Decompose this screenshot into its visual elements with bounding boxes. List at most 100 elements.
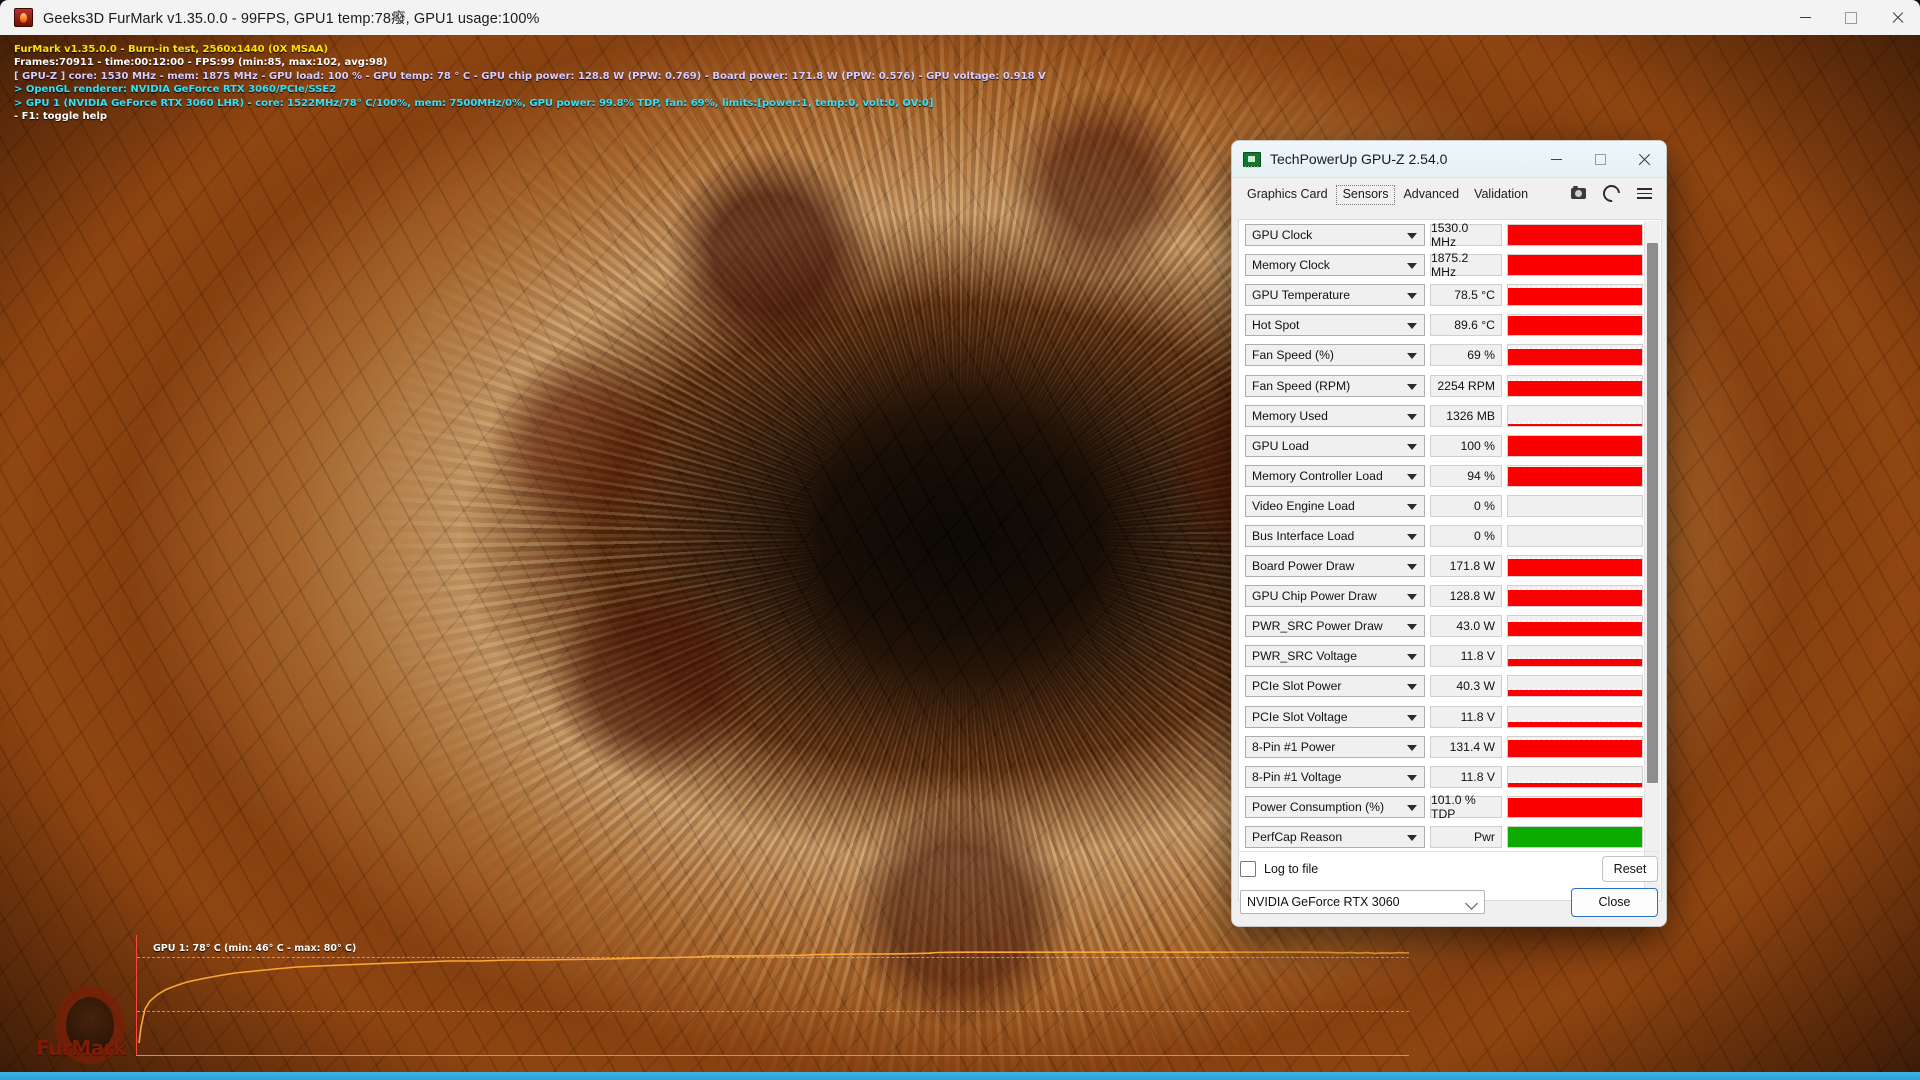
close-button[interactable]: Close: [1571, 887, 1658, 917]
chevron-down-icon[interactable]: [1407, 473, 1417, 480]
sensor-value: 101.0 % TDP: [1430, 793, 1502, 821]
sensor-name-select[interactable]: GPU Clock: [1245, 224, 1425, 247]
chevron-down-icon[interactable]: [1407, 443, 1417, 450]
chevron-down-icon[interactable]: [1407, 293, 1417, 300]
chevron-down-icon[interactable]: [1407, 744, 1417, 751]
sensor-bar-graph: [1507, 434, 1643, 457]
gpuz-window-controls: [1534, 141, 1666, 177]
sensor-name-label: Fan Speed (%): [1252, 348, 1334, 363]
sensor-bar-fill: [1508, 435, 1642, 456]
sensor-name-label: Bus Interface Load: [1252, 528, 1355, 543]
sensor-name-select[interactable]: GPU Chip Power Draw: [1245, 585, 1425, 608]
sensor-value: 40.3 W: [1430, 675, 1502, 698]
sensor-bar-graph: [1507, 825, 1643, 848]
gpuz-maximize-icon[interactable]: [1578, 141, 1622, 177]
sensor-name-select[interactable]: Fan Speed (RPM): [1245, 374, 1425, 397]
chevron-down-icon[interactable]: [1407, 533, 1417, 540]
close-icon[interactable]: [1874, 0, 1920, 35]
chevron-down-icon[interactable]: [1407, 413, 1417, 420]
sensor-name-select[interactable]: GPU Load: [1245, 434, 1425, 457]
chevron-down-icon[interactable]: [1407, 503, 1417, 510]
sensor-bar-noise: [1508, 465, 1642, 467]
sensor-name-select[interactable]: PCIe Slot Power: [1245, 675, 1425, 698]
chevron-down-icon[interactable]: [1407, 353, 1417, 360]
sensor-name-select[interactable]: Board Power Draw: [1245, 555, 1425, 578]
sensor-name-select[interactable]: PerfCap Reason: [1245, 825, 1425, 848]
sensor-row: Memory Clock 1875.2 MHz: [1239, 250, 1643, 280]
sensor-bar-graph: [1507, 585, 1643, 608]
sensor-row: PWR_SRC Power Draw 43.0 W: [1239, 611, 1643, 641]
sensor-name-select[interactable]: Power Consumption (%): [1245, 795, 1425, 818]
minimize-icon[interactable]: [1782, 0, 1828, 35]
hamburger-menu-icon[interactable]: [1637, 188, 1652, 199]
sensor-name-select[interactable]: PWR_SRC Voltage: [1245, 645, 1425, 668]
sensor-name-select[interactable]: Video Engine Load: [1245, 494, 1425, 517]
chevron-down-icon[interactable]: [1407, 714, 1417, 721]
sensor-name-select[interactable]: PCIe Slot Voltage: [1245, 705, 1425, 728]
maximize-icon[interactable]: [1828, 0, 1874, 35]
sensor-value: 89.6 °C: [1430, 314, 1502, 337]
gpuz-footer: Log to file Reset NVIDIA GeForce RTX 306…: [1238, 851, 1660, 918]
chevron-down-icon[interactable]: [1407, 323, 1417, 330]
sensor-row: Board Power Draw 171.8 W: [1239, 551, 1643, 581]
tab-advanced[interactable]: Advanced: [1396, 185, 1466, 205]
sensor-name-label: PWR_SRC Voltage: [1252, 649, 1357, 664]
sensor-bar-graph: [1507, 224, 1643, 247]
log-to-file-checkbox[interactable]: [1240, 861, 1256, 877]
sensor-name-select[interactable]: Memory Used: [1245, 404, 1425, 427]
sensor-name-select[interactable]: Memory Clock: [1245, 254, 1425, 277]
sensor-name-select[interactable]: PWR_SRC Power Draw: [1245, 615, 1425, 638]
chevron-down-icon[interactable]: [1407, 654, 1417, 661]
sensor-bar-noise: [1508, 285, 1642, 288]
chevron-down-icon[interactable]: [1407, 804, 1417, 811]
overlay-line-gpu1: > GPU 1 (NVIDIA GeForce RTX 3060 LHR) - …: [14, 97, 934, 109]
sensor-row: Power Consumption (%) 101.0 % TDP: [1239, 792, 1643, 822]
sensor-bar-graph: [1507, 374, 1643, 397]
tab-sensors[interactable]: Sensors: [1335, 185, 1396, 205]
sensor-name-select[interactable]: Fan Speed (%): [1245, 344, 1425, 367]
sensor-bar-noise: [1508, 619, 1642, 622]
gpuz-close-icon[interactable]: [1622, 141, 1666, 177]
chevron-down-icon[interactable]: [1407, 263, 1417, 270]
tab-graphics-card[interactable]: Graphics Card: [1240, 185, 1335, 205]
sensor-value: 43.0 W: [1430, 615, 1502, 638]
tab-validation[interactable]: Validation: [1467, 185, 1535, 205]
sensor-bar-noise: [1508, 421, 1642, 424]
chevron-down-icon[interactable]: [1407, 564, 1417, 571]
furmark-stats-overlay: FurMark v1.35.0.0 - Burn-in test, 2560x1…: [14, 43, 1046, 123]
sensor-value: 100 %: [1430, 434, 1502, 457]
chevron-down-icon[interactable]: [1407, 383, 1417, 390]
sensor-name-label: Video Engine Load: [1252, 498, 1355, 513]
sensor-scrollbar-thumb[interactable]: [1647, 243, 1658, 783]
chevron-down-icon[interactable]: [1407, 834, 1417, 841]
sensor-name-select[interactable]: Bus Interface Load: [1245, 524, 1425, 547]
log-to-file-group[interactable]: Log to file: [1240, 861, 1318, 877]
sensor-name-select[interactable]: Hot Spot: [1245, 314, 1425, 337]
chevron-down-icon[interactable]: [1407, 624, 1417, 631]
chevron-down-icon[interactable]: [1407, 774, 1417, 781]
camera-icon[interactable]: [1571, 186, 1586, 199]
chevron-down-icon[interactable]: [1407, 594, 1417, 601]
sensor-bar-graph: [1507, 705, 1643, 728]
sensor-value: 1326 MB: [1430, 404, 1502, 427]
sensor-bar-graph: [1507, 795, 1643, 818]
refresh-icon[interactable]: [1599, 181, 1624, 206]
furmark-window-title: Geeks3D FurMark v1.35.0.0 - 99FPS, GPU1 …: [43, 11, 540, 27]
sensor-name-select[interactable]: Memory Controller Load: [1245, 464, 1425, 487]
sensor-scrollbar[interactable]: [1644, 221, 1660, 899]
sensor-bar-graph: [1507, 645, 1643, 668]
sensor-row: Fan Speed (RPM) 2254 RPM: [1239, 370, 1643, 400]
chevron-down-icon[interactable]: [1407, 233, 1417, 240]
sensor-bar-noise: [1508, 796, 1642, 799]
sensor-name-select[interactable]: GPU Temperature: [1245, 284, 1425, 307]
sensor-name-select[interactable]: 8-Pin #1 Power: [1245, 735, 1425, 758]
gpu-device-select[interactable]: NVIDIA GeForce RTX 3060: [1240, 890, 1485, 914]
sensor-value: 0 %: [1430, 524, 1502, 547]
reset-button[interactable]: Reset: [1602, 856, 1658, 882]
chevron-down-icon: [1465, 897, 1478, 910]
sensor-name-select[interactable]: 8-Pin #1 Voltage: [1245, 765, 1425, 788]
gpu-device-select-value: NVIDIA GeForce RTX 3060: [1247, 895, 1400, 909]
sensor-value: 1530.0 MHz: [1430, 221, 1502, 249]
gpuz-minimize-icon[interactable]: [1534, 141, 1578, 177]
chevron-down-icon[interactable]: [1407, 684, 1417, 691]
